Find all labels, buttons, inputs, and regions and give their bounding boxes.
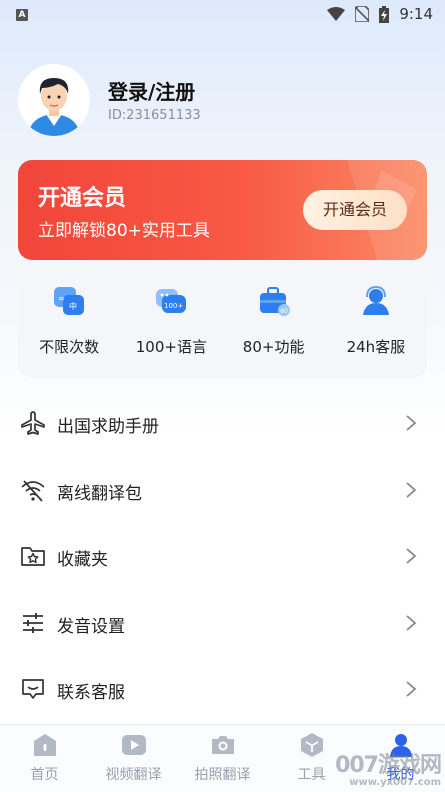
clock: 9:14: [399, 5, 433, 23]
menu-item-travel-help[interactable]: 出国求助手册: [0, 390, 445, 457]
battery-icon: [379, 5, 390, 23]
video-icon: [121, 735, 146, 755]
vip-title: 开通会员: [38, 186, 127, 211]
airplane-icon: [21, 411, 45, 435]
menu-label: 联系客服: [57, 683, 125, 703]
chevron-right-icon: [406, 548, 417, 564]
watermark: 007游戏网 www.yx007.com: [335, 747, 442, 788]
wifi-off-icon: [21, 479, 45, 502]
svg-text:80: 80: [280, 308, 288, 315]
menu-label: 发音设置: [57, 616, 125, 637]
language-icon: 100+: [156, 289, 187, 313]
watermark-text: 007游戏网: [335, 753, 442, 778]
vip-card: 开通会员 立即解锁80+实用工具 开通会员 ∞ 中 不限次数 100+ 100+…: [18, 160, 427, 378]
avatar[interactable]: [18, 64, 90, 136]
menu-item-offline-pack[interactable]: 离线翻译包: [0, 457, 445, 524]
feature-unlimited[interactable]: ∞ 中 不限次数: [18, 278, 120, 374]
vip-features: ∞ 中 不限次数 100+ 100+语言 80 80+功能 24h客服: [18, 278, 427, 374]
support-icon: [362, 285, 389, 315]
toolbox-icon: 80: [259, 287, 290, 316]
svg-text:100+: 100+: [164, 302, 183, 310]
chevron-right-icon: [406, 481, 417, 498]
vip-banner[interactable]: 开通会员 立即解锁80+实用工具 开通会员: [18, 160, 427, 260]
no-sim-icon: [355, 6, 370, 22]
feature-label: 24h客服: [346, 338, 406, 356]
menu-label: 离线翻译包: [57, 483, 142, 504]
infinity-icon: ∞ 中: [54, 287, 85, 315]
chevron-right-icon: [406, 681, 417, 697]
menu-label: 出国求助手册: [57, 417, 159, 437]
open-vip-button[interactable]: 开通会员: [303, 190, 407, 230]
camera-icon: [211, 736, 234, 754]
tab-label: 首页: [30, 767, 59, 783]
feature-support[interactable]: 24h客服: [325, 278, 427, 374]
tab-label: 视频翻译: [105, 767, 162, 783]
chevron-right-icon: [406, 415, 417, 431]
tab-video-translate[interactable]: 视频翻译: [89, 725, 178, 792]
svg-text:中: 中: [69, 301, 77, 311]
folder-star-icon: [21, 547, 45, 566]
feature-languages[interactable]: 100+ 100+语言: [120, 278, 222, 374]
vip-subtitle: 立即解锁80+实用工具: [38, 221, 210, 241]
login-register-link[interactable]: 登录/注册: [108, 76, 195, 105]
feature-tools[interactable]: 80 80+功能: [223, 278, 325, 374]
menu-label: 收藏夹: [57, 550, 108, 570]
feature-label: 80+功能: [242, 338, 305, 356]
status-bar: A 9:14: [0, 0, 445, 32]
menu-item-contact-service[interactable]: 联系客服: [0, 656, 445, 723]
tab-photo-translate[interactable]: 拍照翻译: [178, 725, 267, 792]
chevron-right-icon: [406, 614, 417, 631]
notification-icon: A: [16, 9, 28, 21]
cube-icon: [300, 733, 323, 757]
tab-home[interactable]: 首页: [0, 725, 89, 792]
feature-label: 不限次数: [39, 338, 100, 356]
watermark-url: www.yx007.com: [349, 777, 441, 788]
bottom-tab-bar: 首页 视频翻译 拍照翻译 工具 我的 007游戏网 www.yx007.com: [0, 724, 445, 792]
svg-text:∞: ∞: [58, 294, 65, 303]
menu-item-pronunciation[interactable]: 发音设置: [0, 590, 445, 657]
chat-icon: [22, 679, 44, 699]
home-icon: [33, 734, 56, 756]
sliders-icon: [23, 612, 43, 633]
tab-label: 拍照翻译: [194, 767, 251, 783]
wifi-icon: [327, 7, 346, 21]
feature-label: 100+语言: [135, 338, 207, 356]
menu-item-favorites[interactable]: 收藏夹: [0, 523, 445, 590]
user-id: ID:231651133: [108, 108, 201, 123]
profile-header[interactable]: 登录/注册 ID:231651133: [18, 64, 418, 136]
settings-menu: 出国求助手册 离线翻译包 收藏夹 发音设置 联系客服: [0, 390, 445, 723]
